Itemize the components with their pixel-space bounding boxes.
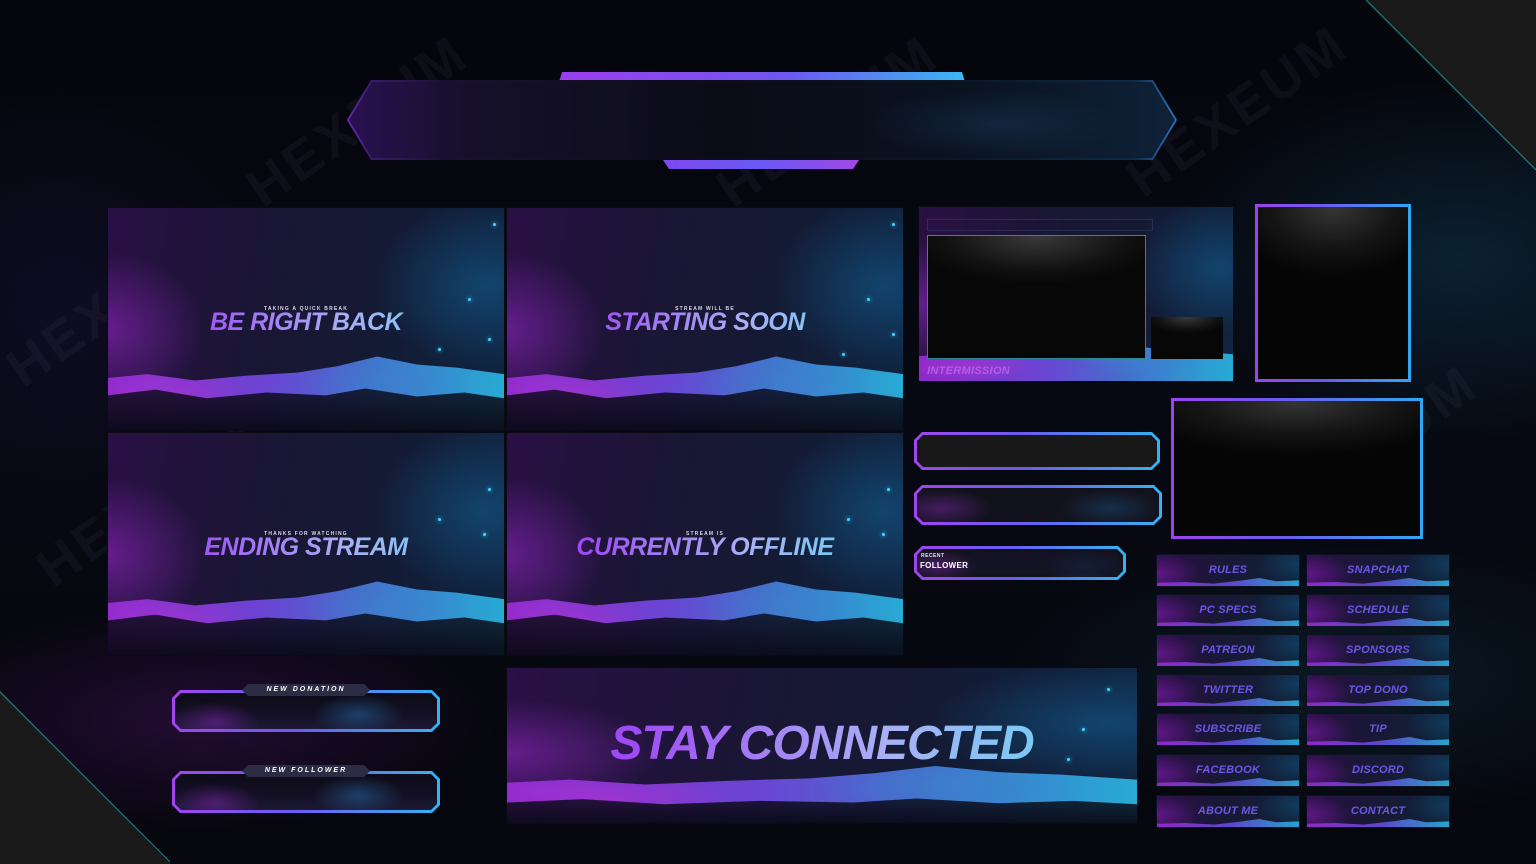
- plain-bar: [914, 432, 1160, 470]
- alert-tag-label: NEW FOLLOWER: [264, 767, 348, 774]
- panel-label: TIP: [1369, 723, 1387, 735]
- particle: [867, 298, 870, 301]
- info-panel-sponsors: SPONSORS: [1306, 634, 1450, 667]
- new-follower-alert: NEW FOLLOWER: [172, 771, 440, 813]
- scene-title: BE RIGHT BACK: [108, 308, 504, 337]
- stay-connected-title: STAY CONNECTED: [507, 716, 1137, 771]
- main-screen-placeholder: [927, 235, 1146, 359]
- scene-be-right-back: TAKING A QUICK BREAK BE RIGHT BACK: [107, 207, 505, 431]
- panel-label: PC SPECS: [1199, 604, 1257, 616]
- scene-title: CURRENTLY OFFLINE: [507, 533, 903, 562]
- follower-label: FOLLOWER: [920, 561, 969, 570]
- new-donation-alert: NEW DONATION: [172, 690, 440, 732]
- panel-label: SPONSORS: [1346, 644, 1410, 656]
- scene-starting-soon: STREAM WILL BE STARTING SOON: [506, 207, 904, 431]
- particle: [468, 298, 471, 301]
- particle: [847, 518, 850, 521]
- follower-name-slot: [970, 552, 1118, 574]
- webcam-frame-wide: [1171, 398, 1423, 539]
- particle: [438, 348, 441, 351]
- info-panel-about-me: ABOUT ME: [1156, 795, 1300, 828]
- webcam-frame-inner: [1258, 207, 1408, 379]
- panel-label: DISCORD: [1351, 764, 1405, 776]
- particle: [438, 518, 441, 521]
- info-panel-twitter: TWITTER: [1156, 674, 1300, 707]
- info-panel-rules: RULES: [1156, 554, 1300, 587]
- stay-connected-banner: STAY CONNECTED: [506, 667, 1138, 824]
- alert-tag: NEW FOLLOWER: [242, 765, 370, 777]
- particle: [842, 353, 845, 356]
- info-panel-schedule: SCHEDULE: [1306, 594, 1450, 627]
- textured-bar: [914, 485, 1162, 525]
- panel-label: SCHEDULE: [1346, 604, 1410, 616]
- info-panel-discord: DISCORD: [1306, 754, 1450, 787]
- particle: [488, 488, 491, 491]
- info-panel-subscribe: SUBSCRIBE: [1156, 713, 1300, 746]
- panel-label: PATREON: [1201, 644, 1255, 656]
- info-panel-facebook: FACEBOOK: [1156, 754, 1300, 787]
- info-panel-contact: CONTACT: [1306, 795, 1450, 828]
- recent-follower-bar: RECENT FOLLOWER: [914, 546, 1126, 580]
- particle: [488, 338, 491, 341]
- banner-inner: [349, 82, 1175, 158]
- panel-label: TOP DONO: [1348, 684, 1408, 696]
- particle: [887, 488, 890, 491]
- info-panel-tip: TIP: [1306, 713, 1450, 746]
- particle: [1107, 688, 1110, 691]
- bar-inner: [917, 488, 1159, 522]
- panel-label: ABOUT ME: [1197, 805, 1259, 817]
- panel-label: SUBSCRIBE: [1194, 723, 1262, 735]
- scene-intermission: INTERMISSION: [918, 206, 1234, 382]
- alert-tag: NEW DONATION: [242, 684, 370, 696]
- intermission-top-strip: [927, 219, 1153, 231]
- info-panel-pc-specs: PC SPECS: [1156, 594, 1300, 627]
- particle: [493, 223, 496, 226]
- info-panel-snapchat: SNAPCHAT: [1306, 554, 1450, 587]
- scene-title: ENDING STREAM: [108, 533, 504, 562]
- banner-tab-bottom: [663, 160, 859, 169]
- webcam-frame-square: [1255, 204, 1411, 382]
- scene-currently-offline: STREAM IS CURRENTLY OFFLINE: [506, 432, 904, 656]
- webcam-frame-inner: [1174, 401, 1420, 536]
- corner-line-bottom-left: [0, 690, 170, 864]
- scene-ending-stream: THANKS FOR WATCHING ENDING STREAM: [107, 432, 505, 656]
- alert-tag-label: NEW DONATION: [266, 686, 346, 693]
- particle: [892, 223, 895, 226]
- corner-line-top-right: [1366, 0, 1536, 170]
- panel-label: RULES: [1208, 564, 1248, 576]
- panel-label: FACEBOOK: [1196, 764, 1260, 776]
- alert-inner: [175, 774, 437, 810]
- alert-inner: [175, 693, 437, 729]
- top-banner: [347, 80, 1177, 160]
- info-panel-patreon: PATREON: [1156, 634, 1300, 667]
- scene-title: STARTING SOON: [507, 308, 903, 337]
- recent-label: RECENT: [921, 553, 945, 559]
- bar-inner: [917, 435, 1157, 467]
- panel-label: TWITTER: [1202, 684, 1254, 696]
- info-panel-top-dono: TOP DONO: [1306, 674, 1450, 707]
- intermission-label: INTERMISSION: [927, 365, 1011, 377]
- webcam-placeholder: [1151, 317, 1223, 359]
- panel-label: CONTACT: [1350, 805, 1406, 817]
- panel-label: SNAPCHAT: [1347, 564, 1409, 576]
